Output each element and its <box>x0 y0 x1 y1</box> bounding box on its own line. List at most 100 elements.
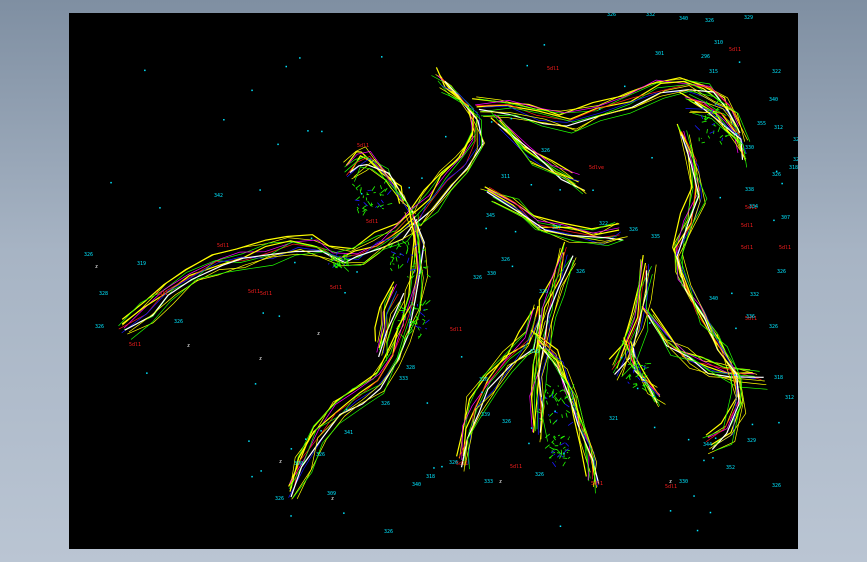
survey-point <box>636 387 639 390</box>
contour-line <box>463 320 546 472</box>
spot-height-label: 330 <box>745 145 754 151</box>
survey-point <box>290 448 293 450</box>
vegetation-hatch <box>328 262 330 265</box>
spot-height-label: 326 <box>705 18 714 24</box>
survey-point <box>344 292 346 294</box>
survey-point <box>735 327 737 330</box>
contour-line <box>501 120 576 185</box>
spot-height-label: 326 <box>174 319 183 325</box>
vegetation-hatch <box>380 188 386 194</box>
spot-height-label: 326 <box>576 269 585 275</box>
vegetation-hatch <box>371 205 373 207</box>
contour-line <box>123 210 410 329</box>
survey-point <box>146 372 148 374</box>
survey-point <box>481 391 483 393</box>
survey-point <box>307 130 309 132</box>
contour-line <box>290 216 425 498</box>
vegetation-hatch <box>390 267 393 272</box>
vegetation-hatch <box>381 208 385 210</box>
drawing-viewport[interactable]: 5dl1 5dl1 5dl1 5dl1 5dl1 5dl1 5dl1 5dl1 5dl1 5dl1… <box>69 13 798 549</box>
vegetation-hatch <box>717 126 721 133</box>
vegetation-hatch <box>552 451 556 454</box>
survey-point <box>262 312 264 314</box>
elevation-label-red: 5dl1 <box>129 342 141 348</box>
vegetation-hatch <box>395 256 398 262</box>
spot-height-label: 333 <box>399 376 408 382</box>
survey-point <box>714 437 717 439</box>
contour-line <box>499 119 579 183</box>
vegetation-hatch <box>548 395 551 397</box>
vegetation-hatch <box>422 321 426 326</box>
survey-point <box>460 356 463 358</box>
survey-point <box>421 177 423 179</box>
spot-height-label: 301 <box>655 51 664 57</box>
survey-point <box>709 511 712 514</box>
vegetation-hatch <box>562 457 568 459</box>
survey-point <box>277 143 279 146</box>
spot-height-label: 326 <box>772 172 781 178</box>
spot-height-label: 321 <box>609 416 618 422</box>
survey-point <box>441 465 443 468</box>
vegetation-hatch <box>418 326 422 329</box>
survey-point <box>751 423 754 426</box>
vegetation-hatch <box>355 196 361 201</box>
marker-label-white: z <box>259 356 262 362</box>
survey-point <box>223 119 225 121</box>
survey-point <box>563 452 565 455</box>
vegetation-hatch <box>407 241 410 246</box>
vegetation-hatch <box>419 311 425 317</box>
vegetation-hatch <box>399 263 404 268</box>
elevation-label-red: 5dl1 <box>156 291 168 297</box>
vegetation-hatch <box>557 434 560 437</box>
elevation-label-red: 5dl1 <box>260 291 272 297</box>
survey-point <box>669 510 672 512</box>
survey-point <box>528 442 530 445</box>
vegetation-hatch <box>362 210 366 216</box>
vegetation-hatch <box>549 412 554 417</box>
vegetation-hatch <box>356 208 360 214</box>
vegetation-hatch <box>544 444 550 449</box>
vegetation-hatch <box>380 199 384 204</box>
spot-height-label: 337 <box>552 225 561 231</box>
vegetation-hatch <box>630 374 632 377</box>
cad-drawing[interactable]: 5dl15dl15dl15dl15dl15dl15dl15dl15dl15dl1… <box>69 13 798 549</box>
spot-height-label: 340 <box>679 16 688 22</box>
survey-point <box>321 130 323 133</box>
vegetation-hatch <box>566 451 569 454</box>
spot-height-label: 326 <box>541 148 550 154</box>
vegetation-hatch <box>406 276 409 278</box>
survey-point <box>731 292 733 295</box>
vegetation-hatch <box>557 403 559 406</box>
vegetation-hatch <box>701 120 707 123</box>
vegetation-hatch <box>721 137 723 142</box>
survey-point <box>356 271 358 273</box>
spot-height-label: 329 <box>747 438 756 444</box>
vegetation-hatch <box>379 193 381 196</box>
spot-height-label: 310 <box>714 40 723 46</box>
marker-label-white: z <box>331 496 334 502</box>
vegetation-hatch <box>707 135 711 139</box>
spot-height-label: 312 <box>785 395 794 401</box>
vegetation-hatch <box>552 419 557 425</box>
contour-line <box>118 211 415 327</box>
contour-line <box>410 75 474 212</box>
vegetation-hatch <box>424 319 430 324</box>
vegetation-hatch <box>567 456 571 459</box>
vegetation-hatch <box>354 199 360 202</box>
vegetation-hatch <box>565 442 570 447</box>
contour-line <box>641 306 751 371</box>
contour-line <box>291 220 429 500</box>
vegetation-hatch <box>397 255 400 259</box>
survey-point <box>346 408 348 411</box>
vegetation-hatch <box>628 375 631 380</box>
marker-label-white: z <box>499 479 502 485</box>
spot-height-label: 319 <box>137 261 146 267</box>
vegetation-hatch <box>352 183 356 187</box>
survey-point <box>543 44 546 46</box>
spot-height-label: 326 <box>449 460 458 466</box>
vegetation-hatch <box>701 141 706 144</box>
spot-height-label: 318 <box>426 474 435 480</box>
elevation-label-red: 5dl1 <box>366 219 378 225</box>
vegetation-hatch <box>342 258 344 262</box>
vegetation-hatch <box>561 399 566 405</box>
